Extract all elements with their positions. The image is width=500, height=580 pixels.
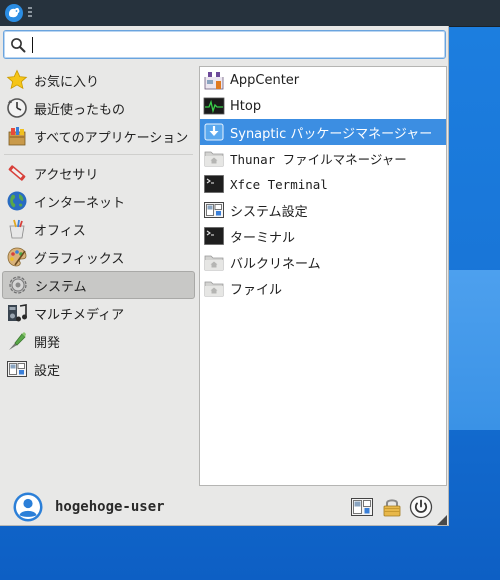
category-label: 設定: [34, 363, 61, 379]
app-item-bulk-rename[interactable]: バルクリネーム: [200, 249, 446, 275]
app-label: ターミナル: [230, 230, 296, 246]
username-label: hogehoge-user: [55, 499, 165, 515]
panel-drag-handle[interactable]: [28, 7, 32, 19]
category-all-applications[interactable]: すべてのアプリケーション: [2, 122, 195, 150]
category-office[interactable]: オフィス: [2, 215, 195, 243]
appcenter-icon: [204, 72, 224, 90]
accessories-icon: [8, 165, 26, 181]
log-out-button[interactable]: [409, 495, 433, 519]
lock-icon: [383, 499, 401, 517]
app-item-thunar[interactable]: Thunar ファイルマネージャー: [200, 145, 446, 171]
user-avatar-icon: [13, 492, 43, 522]
folder-home-icon: [204, 281, 224, 297]
power-icon: [409, 495, 433, 519]
category-label: マルチメディア: [34, 307, 125, 323]
settings-icon: [351, 498, 373, 516]
app-label: Xfce Terminal: [230, 176, 328, 192]
category-favorites[interactable]: お気に入り: [2, 66, 195, 94]
app-item-system-settings[interactable]: システム設定: [200, 197, 446, 223]
app-label: システム設定: [230, 204, 308, 220]
category-internet[interactable]: インターネット: [2, 187, 195, 215]
synaptic-download-icon: [204, 123, 224, 141]
development-icon: [9, 332, 26, 350]
multimedia-icon: [8, 304, 27, 322]
category-label: 開発: [34, 335, 61, 351]
category-label: インターネット: [34, 195, 126, 211]
clock-icon: [7, 98, 27, 118]
category-label: グラフィックス: [34, 251, 125, 267]
category-multimedia[interactable]: マルチメディア: [2, 299, 195, 327]
graphics-palette-icon: [7, 247, 27, 267]
category-label: オフィス: [34, 223, 86, 239]
app-item-terminal[interactable]: ターミナル: [200, 223, 446, 249]
app-item-appcenter[interactable]: AppCenter: [200, 67, 446, 93]
category-graphics[interactable]: グラフィックス: [2, 243, 195, 271]
category-system[interactable]: システム: [2, 271, 195, 299]
system-gear-icon: [9, 276, 27, 294]
app-item-synaptic[interactable]: Synaptic パッケージマネージャー: [200, 119, 446, 145]
category-recent[interactable]: 最近使ったもの: [2, 94, 195, 122]
app-label: Synaptic パッケージマネージャー: [230, 126, 433, 142]
category-label: 最近使ったもの: [34, 102, 126, 118]
category-development[interactable]: 開発: [2, 327, 195, 355]
office-icon: [9, 219, 25, 239]
app-label: Htop: [230, 98, 262, 114]
app-label: バルクリネーム: [230, 256, 321, 272]
app-label: AppCenter: [230, 72, 300, 88]
desktop-background-highlight: [440, 270, 500, 430]
lock-screen-button[interactable]: [380, 495, 404, 519]
app-label: ファイル: [230, 282, 283, 298]
app-item-xfce-terminal[interactable]: Xfce Terminal: [200, 171, 446, 197]
search-input[interactable]: [30, 34, 435, 55]
app-item-htop[interactable]: Htop: [200, 93, 446, 119]
settings-icon: [204, 202, 224, 218]
category-label: システム: [35, 279, 87, 295]
category-label: お気に入り: [34, 74, 100, 90]
terminal-icon: [204, 227, 224, 245]
resize-grip-icon[interactable]: [437, 514, 447, 525]
category-list: お気に入り 最近使ったもの すべてのアプリケーション アクセサリ インターネット…: [2, 66, 195, 383]
top-panel: [0, 0, 500, 27]
whisker-menu-logo-icon[interactable]: [4, 3, 24, 23]
app-label: Thunar ファイルマネージャー: [230, 151, 407, 167]
application-menu: お気に入り 最近使ったもの すべてのアプリケーション アクセサリ インターネット…: [0, 26, 449, 526]
menu-footer: hogehoge-user: [0, 488, 449, 526]
search-box[interactable]: [3, 30, 446, 59]
category-settings[interactable]: 設定: [2, 355, 195, 383]
category-label: アクセサリ: [34, 167, 99, 183]
globe-icon: [7, 191, 27, 211]
application-list: AppCenter Htop Synaptic パッケージマネージャー Thun…: [199, 66, 447, 486]
settings-manager-button[interactable]: [350, 495, 374, 519]
category-label: すべてのアプリケーション: [34, 130, 189, 146]
settings-icon: [7, 361, 27, 377]
htop-icon: [203, 97, 225, 115]
category-accessories[interactable]: アクセサリ: [2, 159, 195, 187]
category-separator: [4, 154, 193, 155]
all-applications-icon: [8, 127, 26, 146]
folder-home-icon: [204, 151, 224, 167]
text-cursor: [32, 37, 33, 53]
terminal-icon: [204, 175, 224, 193]
star-icon: [6, 69, 28, 90]
folder-home-icon: [204, 255, 224, 271]
search-icon: [10, 37, 26, 53]
app-item-files[interactable]: ファイル: [200, 275, 446, 301]
